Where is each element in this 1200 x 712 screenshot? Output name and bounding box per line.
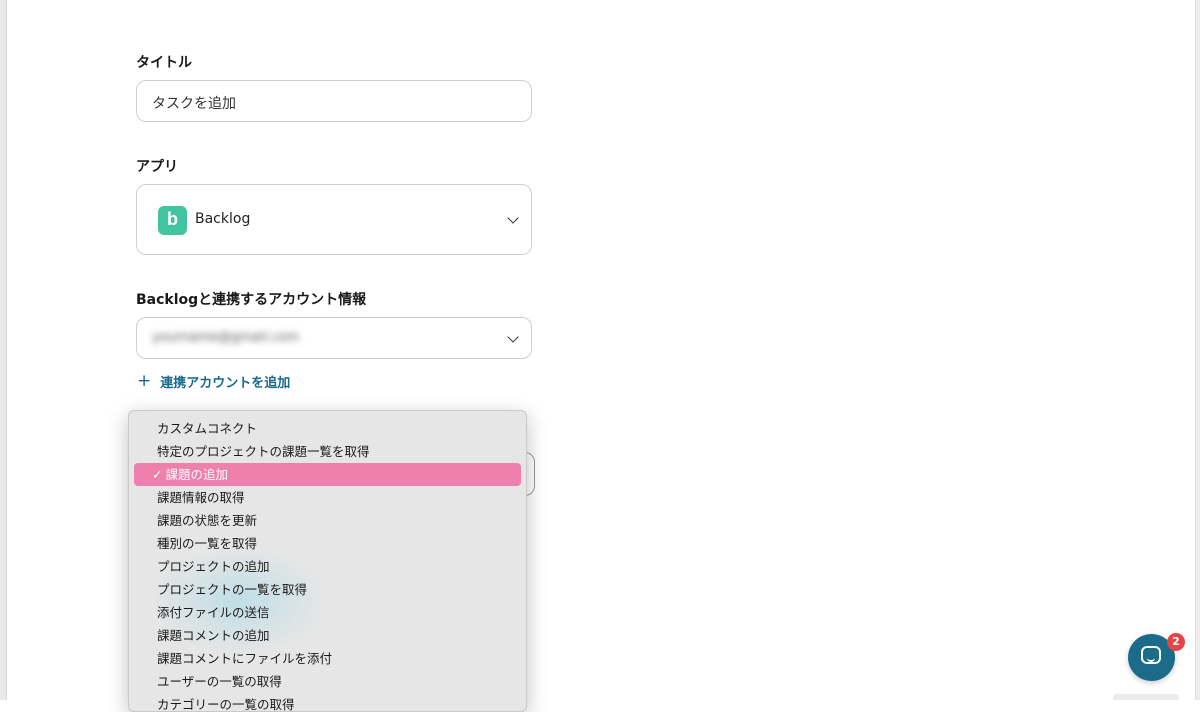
dropdown-item[interactable]: 課題情報の取得: [134, 486, 521, 509]
dropdown-item-label: ユーザーの一覧の取得: [157, 674, 282, 689]
dropdown-item[interactable]: 課題の状態を更新: [134, 509, 521, 532]
dropdown-item[interactable]: プロジェクトの追加: [134, 555, 521, 578]
dropdown-item[interactable]: ユーザーの一覧の取得: [134, 670, 521, 693]
dropdown-item-label: カスタムコネクト: [157, 421, 258, 436]
chevron-down-icon: [507, 331, 519, 343]
left-window-edge: [0, 0, 7, 700]
dropdown-item[interactable]: 添付ファイルの送信: [134, 601, 521, 624]
account-label: Backlogと連携するアカウント情報: [136, 292, 367, 308]
dropdown-item-label: カテゴリーの一覧の取得: [157, 697, 295, 712]
chevron-down-icon: [507, 212, 519, 224]
dropdown-item-label: 種別の一覧を取得: [157, 536, 258, 551]
backlog-logo-icon: b: [158, 206, 187, 235]
right-window-edge: [1195, 0, 1200, 700]
dropdown-item-label: 課題情報の取得: [157, 490, 245, 505]
title-input-value: タスクを追加: [152, 96, 236, 112]
dropdown-item[interactable]: ✓ 課題の追加: [134, 463, 521, 486]
dropdown-item-label: プロジェクトの追加: [157, 559, 270, 574]
add-account-label: 連携アカウントを追加: [160, 375, 291, 391]
notification-badge: 2: [1167, 633, 1185, 651]
dropdown-item[interactable]: プロジェクトの一覧を取得: [134, 578, 521, 601]
dropdown-item-label: 特定のプロジェクトの課題一覧を取得: [157, 444, 370, 459]
corner-element: [1113, 694, 1179, 700]
title-input[interactable]: タスクを追加: [136, 80, 532, 122]
dropdown-item[interactable]: 特定のプロジェクトの課題一覧を取得: [134, 440, 521, 463]
dropdown-item-label: 課題コメントにファイルを添付: [157, 651, 333, 666]
dropdown-item[interactable]: 課題コメントにファイルを添付: [134, 647, 521, 670]
account-select-value: yourname@gmail.com: [152, 330, 299, 345]
account-select[interactable]: yourname@gmail.com: [136, 317, 532, 359]
app-select[interactable]: b Backlog: [136, 184, 532, 255]
dropdown-item-label: 課題の状態を更新: [157, 513, 258, 528]
chat-icon: [1141, 646, 1161, 664]
action-dropdown-menu[interactable]: カスタムコネクト 特定のプロジェクトの課題一覧を取得 ✓ 課題の追加 課題情報の取得 課題…: [128, 410, 527, 712]
dropdown-list: カスタムコネクト 特定のプロジェクトの課題一覧を取得 ✓ 課題の追加 課題情報の取得 課題…: [129, 417, 526, 712]
dropdown-item-label: 課題コメントの追加: [157, 628, 270, 643]
plus-icon: +: [137, 371, 152, 391]
title-label: タイトル: [136, 55, 192, 71]
dropdown-item[interactable]: カテゴリーの一覧の取得: [134, 693, 521, 712]
checkmark-icon: ✓: [152, 467, 163, 482]
dropdown-item[interactable]: 課題コメントの追加: [134, 624, 521, 647]
app-label: アプリ: [136, 159, 178, 175]
app-select-value: Backlog: [195, 211, 251, 227]
dropdown-item[interactable]: 種別の一覧を取得: [134, 532, 521, 555]
dropdown-item[interactable]: カスタムコネクト: [134, 417, 521, 440]
dropdown-item-label: 課題の追加: [165, 467, 228, 482]
dropdown-item-label: プロジェクトの一覧を取得: [157, 582, 308, 597]
add-account-link[interactable]: + 連携アカウントを追加: [137, 371, 290, 391]
dropdown-item-label: 添付ファイルの送信: [157, 605, 270, 620]
